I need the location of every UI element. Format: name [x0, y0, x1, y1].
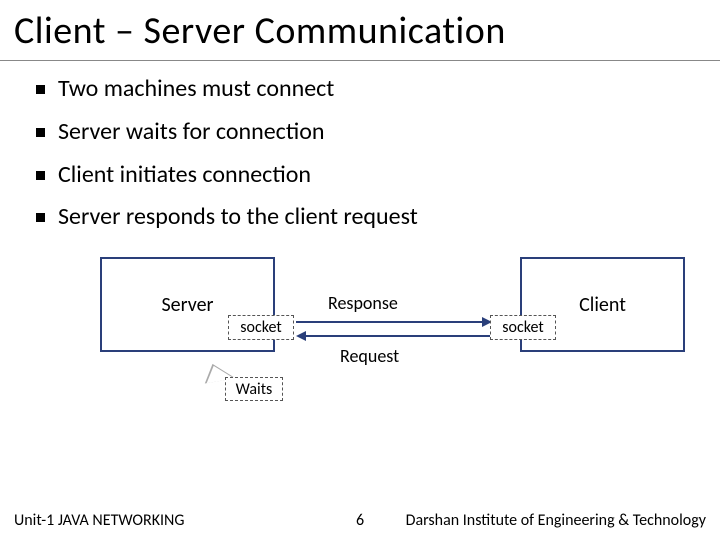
footer-left: Unit-1 JAVA NETWORKING [14, 511, 184, 530]
client-label: Client [579, 293, 626, 317]
server-socket: socket [228, 315, 294, 340]
bullet-item: Client initiates connection [36, 161, 700, 190]
bullet-item: Two machines must connect [36, 75, 700, 104]
footer-right: Darshan Institute of Engineering & Techn… [406, 511, 706, 530]
waits-callout: Waits [225, 377, 283, 401]
arrow-head-icon [296, 331, 306, 341]
bullet-item: Server waits for connection [36, 118, 700, 147]
request-label: Request [340, 345, 399, 367]
bullet-list: Two machines must connect Server waits f… [0, 75, 720, 232]
client-socket: socket [490, 315, 556, 340]
bullet-item: Server responds to the client request [36, 203, 700, 232]
response-label: Response [328, 292, 398, 314]
request-arrow [306, 335, 494, 337]
diagram: Server Client socket socket Response Req… [0, 247, 720, 447]
footer: Unit-1 JAVA NETWORKING 6 Darshan Institu… [0, 511, 720, 530]
page-number: 6 [356, 511, 364, 530]
server-label: Server [161, 293, 213, 317]
response-arrow [296, 321, 484, 323]
slide-title: Client – Server Communication [0, 0, 720, 61]
